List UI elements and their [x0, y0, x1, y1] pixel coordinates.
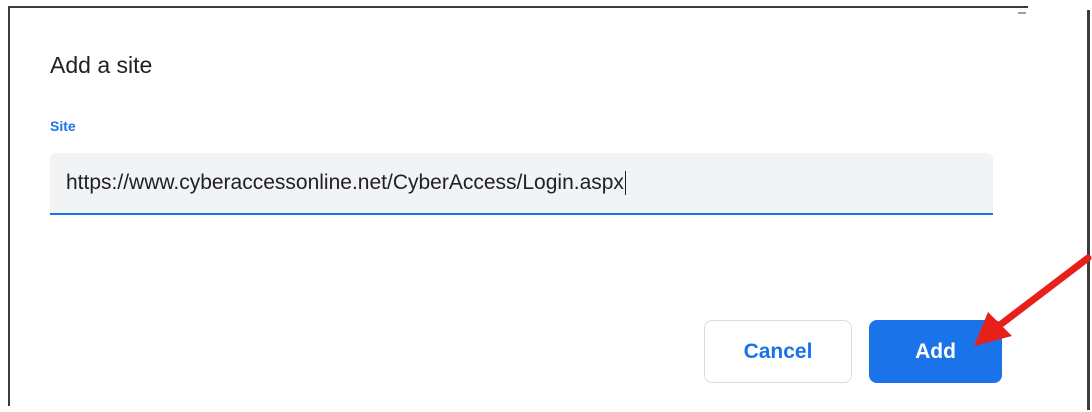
window-edge-mark: [1018, 12, 1026, 14]
site-input-value[interactable]: https://www.cyberaccessonline.net/CyberA…: [66, 171, 624, 195]
site-field-label: Site: [50, 118, 76, 134]
window-edge-top: [8, 6, 1028, 8]
site-input[interactable]: https://www.cyberaccessonline.net/CyberA…: [50, 153, 993, 215]
text-caret: [624, 171, 627, 195]
window-edge-left: [8, 6, 10, 406]
window-edge-right: [1087, 10, 1090, 410]
add-button[interactable]: Add: [869, 320, 1002, 383]
cancel-button[interactable]: Cancel: [704, 320, 852, 383]
dialog-title: Add a site: [50, 52, 153, 78]
add-site-dialog: Add a site Site https://www.cyberaccesso…: [0, 0, 1092, 412]
